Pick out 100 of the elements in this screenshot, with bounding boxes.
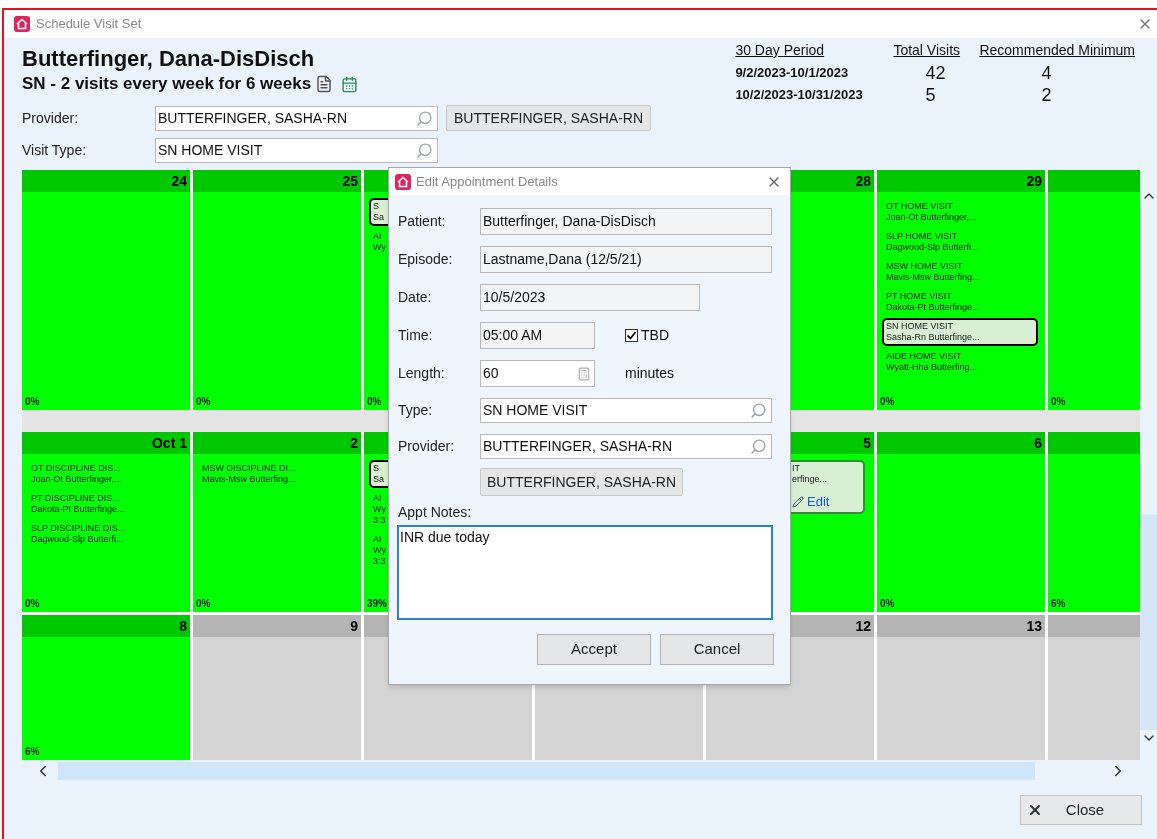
visit-text: Sa [373, 212, 384, 223]
visit-entry[interactable]: OT DISCIPLINE DIS... Joan-Ot Butterfinger,... [27, 460, 183, 488]
day-cell[interactable]: 25 0% [193, 170, 361, 410]
visit-type-field[interactable]: SN HOME VISIT [155, 137, 438, 163]
search-icon[interactable] [750, 402, 767, 419]
day-cell[interactable]: 9 [193, 615, 361, 760]
visit-text: Wy [373, 545, 386, 556]
visit-text: Mavis-Msw Butterfing... [886, 272, 980, 283]
percent-label: 0% [195, 395, 212, 409]
day-cell[interactable]: Oct 1 OT DISCIPLINE DIS... Joan-Ot Butterfinger,... PT DISCIPLINE DIS... Dakota-Pt Butterfinge... SLP DISCIPLINE DIS... Dagwood-Slp Butterfi... 0% [22, 432, 190, 612]
field-label: Date: [398, 288, 433, 307]
provider-button[interactable]: BUTTERFINGER, SASHA-RN [446, 105, 651, 131]
visit-text: Dakota-Pt Butterfinge... [886, 302, 980, 313]
dialog-button[interactable]: Cancel [660, 634, 774, 665]
visit-text: SN HOME VISIT [886, 321, 953, 332]
time-field[interactable]: 05:00 AM [480, 322, 595, 349]
provider-button[interactable]: BUTTERFINGER, SASHA-RN [480, 468, 683, 496]
visit-plan: SN - 2 visits every week for 6 weeks [22, 73, 312, 96]
checkbox-square[interactable] [625, 329, 638, 342]
visit-text: 3:3 [373, 515, 386, 526]
day-number: 25 [342, 171, 358, 191]
visit-entry[interactable]: PT HOME VISIT Dakota-Pt Butterfinge... [882, 288, 1038, 316]
day-number: 9 [350, 616, 358, 636]
calculator-icon[interactable] [577, 366, 591, 381]
visit-text: OT DISCIPLINE DIS... [31, 463, 121, 474]
provider-field[interactable]: BUTTERFINGER, SASHA-RN [155, 105, 438, 131]
pencil-icon [792, 495, 804, 508]
search-icon[interactable] [416, 109, 433, 127]
day-cell[interactable] [877, 170, 1045, 410]
edit-link[interactable]: Edit [807, 494, 830, 509]
notes-field[interactable]: INR due today [397, 525, 773, 620]
field-label: Provider: [398, 437, 456, 456]
search-icon[interactable] [416, 141, 433, 159]
dialog-title: Edit Appointment Details [416, 172, 558, 191]
day-cell[interactable]: 13 [877, 615, 1045, 760]
visit-entry[interactable]: MSW HOME VISIT Mavis-Msw Butterfing... [882, 258, 1038, 286]
period-range: 10/2/2023-10/31/2023 [735, 86, 864, 104]
percent-label: 6% [24, 745, 41, 759]
visit-entry[interactable]: SLP HOME VISIT Dagwood-Slp Butterfi... [882, 228, 1038, 256]
day-cell[interactable]: 6% [1048, 432, 1140, 612]
visit-entry[interactable]: SLP DISCIPLINE DIS... Dagwood-Slp Butterfi... [27, 520, 183, 548]
visit-text: AI [373, 231, 382, 242]
column-header: Total Visits [893, 41, 962, 60]
visit-text: S [373, 201, 379, 212]
search-icon[interactable] [750, 438, 767, 455]
visit-text: AI [373, 534, 382, 545]
notes-label: Appt Notes: [397, 503, 473, 522]
percent-label: 0% [24, 395, 41, 409]
visit-entry[interactable]: AIDE HOME VISIT Wyatt-Hha Butterfing... [882, 348, 1038, 376]
unit-label: minutes [625, 364, 675, 383]
day-cell[interactable]: 2 MSW DISCIPLINE DI... Mavis-Msw Butterfing... 0% [193, 432, 361, 612]
visit-text: erfinge... [792, 474, 828, 485]
column-header: 30 Day Period [735, 41, 826, 60]
day-cell[interactable] [1048, 615, 1140, 760]
total-visits: 5 [924, 84, 937, 106]
percent-label: 0% [879, 395, 896, 409]
app-logo-icon [14, 16, 30, 32]
date-field[interactable]: 10/5/2023 [480, 284, 700, 311]
visit-text: Wyatt-Hha Butterfing... [886, 362, 977, 373]
close-button[interactable]: Close [1020, 795, 1142, 825]
percent-label: 39% [366, 597, 388, 611]
day-cell[interactable]: 6 0% [877, 432, 1045, 612]
app-logo-icon [395, 173, 411, 190]
window-title: Schedule Visit Set [36, 15, 142, 34]
visit-text: OT HOME VISIT [886, 201, 953, 212]
visit-entry[interactable]: OT HOME VISIT Joan-Ot Butterfinger,... [882, 198, 1038, 226]
visit-text: Dagwood-Slp Butterfi... [31, 534, 124, 545]
percent-label: 0% [24, 597, 41, 611]
text-field[interactable]: Lastname,Dana (12/5/21) [480, 246, 772, 273]
calendar-icon[interactable] [341, 75, 359, 93]
text-field[interactable]: Butterfinger, Dana-DisDisch [480, 208, 772, 235]
visit-text: Joan-Ot Butterfinger,... [31, 474, 122, 485]
dialog-button[interactable]: Accept [537, 634, 651, 665]
recommended-minimum: 4 [1040, 62, 1053, 84]
field-label: Episode: [398, 250, 454, 269]
field-label: Visit Type: [22, 140, 88, 160]
visit-text: SLP HOME VISIT [886, 231, 958, 242]
lookup-field[interactable]: BUTTERFINGER, SASHA-RN [480, 434, 772, 459]
day-cell[interactable]: 8 6% [22, 615, 190, 760]
tbd-checkbox[interactable]: TBD [625, 325, 669, 346]
length-field[interactable]: 60 [480, 360, 595, 387]
visit-text: Wy [373, 504, 386, 515]
document-icon[interactable] [315, 75, 334, 93]
visit-entry[interactable]: MSW DISCIPLINE DI... Mavis-Msw Butterfing... [198, 460, 354, 488]
visit-text: Sasha-Rn Butterfinge... [886, 332, 980, 343]
visit-text: PT HOME VISIT [886, 291, 952, 302]
day-number: 5 [863, 433, 871, 453]
field-label: Time: [398, 326, 434, 345]
field-label: Provider: [22, 108, 80, 128]
lookup-field[interactable]: SN HOME VISIT [480, 398, 772, 423]
visit-text: Joan-Ot Butterfinger,... [886, 212, 977, 223]
visit-text: Mavis-Msw Butterfing... [202, 474, 296, 485]
day-cell[interactable]: 24 0% [22, 170, 190, 410]
percent-label: 6% [1050, 597, 1067, 611]
percent-label: 0% [879, 597, 896, 611]
day-number: Oct 1 [152, 433, 187, 453]
day-cell[interactable]: 0% [1048, 170, 1140, 410]
visit-entry[interactable]: PT DISCIPLINE DIS... Dakota-Pt Butterfinge... [27, 490, 183, 518]
day-number: 28 [855, 171, 871, 191]
visit-card[interactable]: SN HOME VISIT Sasha-Rn Butterfinge... [882, 318, 1038, 346]
